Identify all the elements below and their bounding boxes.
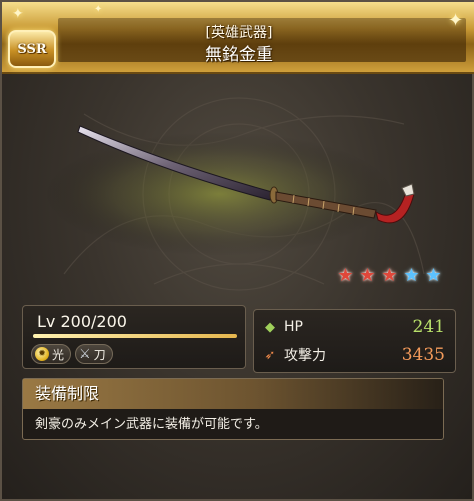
attribute-tags: ✹ 光 ⚔ 刀 — [31, 344, 113, 364]
katana-icon: ⚔ — [79, 346, 91, 362]
green-diamond-icon: ◆ — [265, 319, 275, 335]
star-icon: ★ — [403, 265, 420, 286]
weapon-category: [英雄武器] — [205, 25, 273, 41]
atk-value: 3435 — [401, 345, 445, 365]
star-icon: ★ — [425, 265, 442, 286]
hp-label: HP — [284, 319, 303, 335]
blade-glow — [44, 132, 394, 256]
weapon-type-tag: ⚔ 刀 — [75, 344, 113, 364]
level-text: Lv 200/200 — [37, 312, 127, 331]
atk-label: 攻撃力 — [284, 348, 326, 364]
restriction-text: 剣豪のみメイン武器に装備が可能です。 — [35, 417, 268, 432]
star-icon: ★ — [337, 265, 354, 286]
level-panel: Lv 200/200 ✹ 光 ⚔ 刀 — [22, 305, 246, 369]
element-label: 光 — [52, 347, 65, 362]
tassel-cap — [401, 183, 415, 197]
rarity-stars: ★ ★ ★ ★ ★ — [336, 266, 443, 285]
star-icon: ★ — [359, 265, 376, 286]
stats-panel: ◆ HP 241 ➶ 攻撃力 3435 — [253, 309, 456, 373]
equip-restriction-box: 装備制限 剣豪のみメイン武器に装備が可能です。 — [22, 378, 444, 440]
light-element-icon: ✹ — [35, 347, 49, 361]
weapon-detail-card: SSR ✦ ✦ ✦ [英雄武器] 無銘金重 ★ ★ ★ ★ ★ Lv 200/2… — [0, 0, 474, 501]
element-tag: ✹ 光 — [31, 344, 72, 364]
hp-row: ◆ HP 241 — [262, 316, 445, 338]
weapon-type-label: 刀 — [93, 347, 106, 362]
sparkle-icon: ✦ — [94, 4, 103, 15]
level-bar-fill — [33, 334, 237, 338]
sword-attack-icon: ➶ — [264, 347, 276, 363]
sparkle-icon: ✦ — [12, 6, 24, 22]
level-bar — [33, 334, 237, 338]
atk-row: ➶ 攻撃力 3435 — [262, 344, 445, 366]
restriction-heading: 装備制限 — [23, 379, 443, 409]
hp-value: 241 — [412, 317, 445, 337]
star-icon: ★ — [381, 265, 398, 286]
weapon-name: 無銘金重 — [205, 45, 273, 65]
